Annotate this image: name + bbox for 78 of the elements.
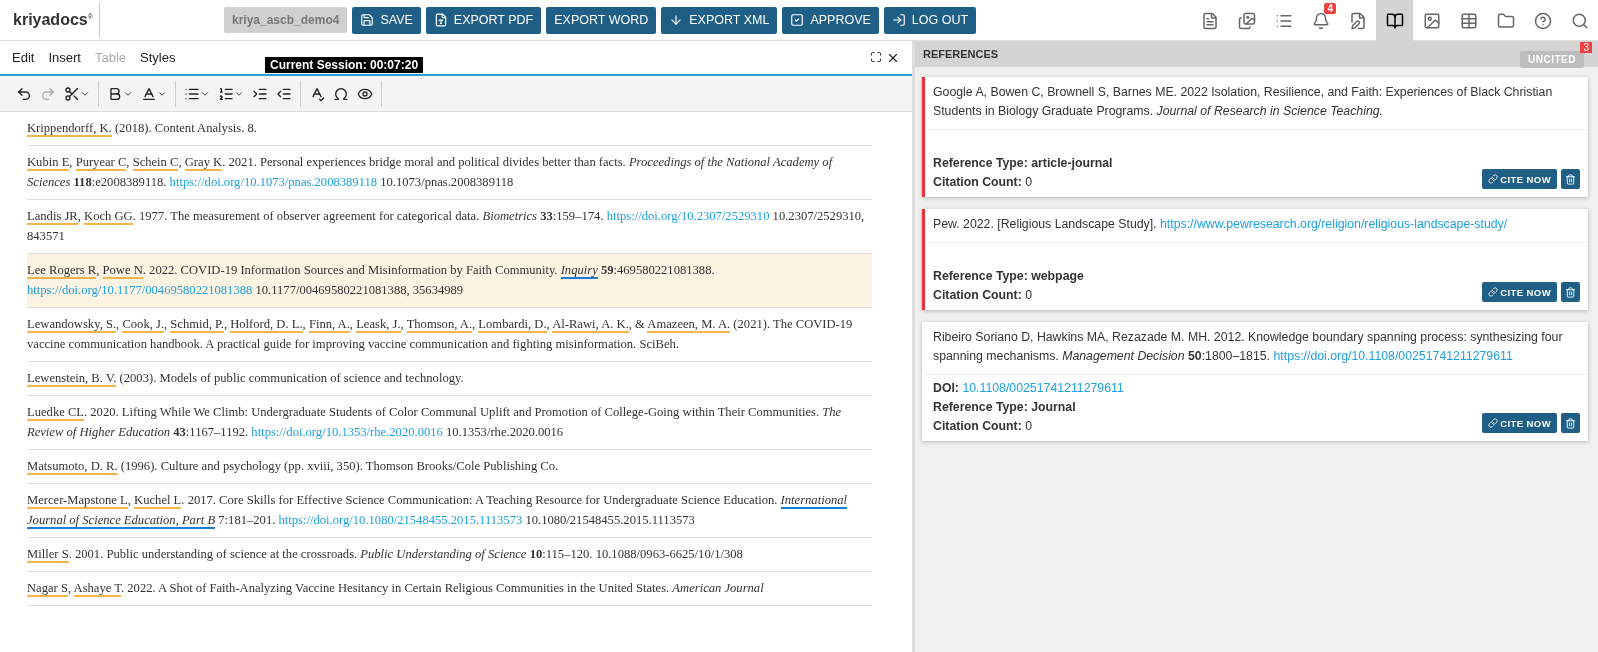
link-icon [1488, 287, 1499, 297]
logo: kriyadocs$^{®}$ [13, 11, 93, 29]
cite-now-button[interactable]: CITE NOW [1482, 169, 1557, 189]
trash-icon [1565, 286, 1576, 298]
reference-row[interactable]: Lewenstein, B. V. (2003). Models of public communication of science and technology. [27, 362, 872, 396]
cut-icon[interactable] [64, 85, 90, 102]
link-icon [1488, 174, 1499, 184]
reference-text: Krippendorff, K. (2018). Content Analysis. 8. [27, 120, 258, 138]
image-icon [1422, 11, 1441, 30]
save-icon [360, 13, 375, 27]
help-icon [1533, 11, 1552, 30]
menu-item[interactable]: Edit [12, 50, 35, 65]
toolbar-button[interactable]: SAVE [352, 6, 421, 34]
reference-row[interactable] [27, 254, 872, 308]
menu-item[interactable]: Styles [140, 50, 176, 65]
toolbar-button[interactable]: EXPORT WORD [546, 6, 657, 34]
session-timer: Current Session: 00:07:20 [265, 57, 424, 73]
count-badge: 3 [1580, 41, 1592, 53]
book-icon [1385, 11, 1404, 30]
tool-tab[interactable]: 4 [1302, 0, 1339, 41]
reference-field: Citation Count: 0 [933, 288, 1033, 302]
reference-text: Lee Rogers R, Powe N. 2022. COVID-19 Information Sources and Misinformation by Faith Community. Inquiry 59:469580221081388. https://doi.org/10.1177/00469580221081388 10.1177/00469580221081388, 35634989 [27, 262, 716, 299]
link-icon [1488, 418, 1499, 428]
reference-text: Miller S. 2001. Public understanding of science at the crossroads. Public Understanding of Science 10:115–120. 10.1088/0963-6625/10/1/308 [27, 546, 744, 564]
reference-text: Nagar S, Ashaye T. 2022. A Shot of Faith-Analyzing Vaccine Hesitancy in Certain Religious Communities in the United States. American Journal [27, 580, 765, 598]
reference-text: Mercer-Mapstone L, Kuchel L. 2017. Core Skills for Effective Science Communication: A Teaching Resource for Undergraduate Science Education. International Journal of Science Education, Part B 7:181–201. https://doi.org/10.1080/21548455.2015.1113573 10.1080/21548455.2015.1113573 [27, 492, 849, 530]
delete-button[interactable] [1561, 413, 1580, 433]
edit-document-icon [1348, 11, 1367, 30]
reference-field: Reference Type: article-journal [933, 156, 1113, 170]
cite-now-button[interactable]: CITE NOW [1482, 282, 1557, 302]
reference-text: Ribeiro Soriano D, Hawkins MA, Rezazade M. MH. 2012. Knowledge boundary spanning process: synthesizing four spanning mechanisms. Management Decision 50:1800–1815. https://doi.org/10.1108/00251741211279611 [925, 322, 1588, 375]
trash-icon [1565, 417, 1576, 429]
numbered-list-icon[interactable] [218, 85, 244, 102]
folder-icon [1496, 11, 1515, 30]
search-icon [1570, 11, 1589, 30]
reference-field: DOI: 10.1108/00251741211279611 [933, 381, 1124, 395]
undo-icon[interactable] [16, 85, 32, 102]
panel-title: REFERENCES [923, 48, 999, 60]
tool-tab[interactable] [1376, 0, 1413, 41]
reference-row[interactable]: Matsumoto, D. R. (1996). Culture and psychology (pp. xviii, 350). Thomson Brooks/Cole Publishing Co. [27, 450, 872, 484]
reference-text: Google A, Bowen C, Brownell S, Barnes ME. 2022 Isolation, Resilience, and Faith: Experiences of Black Christian Students in Biology Graduate Programs. Journal of Research in Science Teaching. [925, 77, 1588, 130]
toolbar-button[interactable]: EXPORT PDF [425, 6, 542, 34]
toolbar-button[interactable]: LOG OUT [883, 6, 977, 34]
pdf-icon [433, 13, 448, 27]
images-icon [1237, 11, 1256, 30]
reference-row[interactable]: Nagar S, Ashaye T. 2022. A Shot of Faith-Analyzing Vaccine Hesitancy in Certain Religious Communities in the United States. American Journal [27, 572, 872, 606]
delete-button[interactable] [1561, 282, 1580, 302]
menu-item[interactable]: Insert [48, 50, 81, 65]
user-name: kriya_ascb_demo4 [224, 7, 348, 33]
reference-field: Citation Count: 0 [933, 175, 1033, 189]
spellcheck-icon[interactable] [309, 85, 325, 102]
table-icon [1459, 11, 1478, 30]
document-icon [1200, 11, 1219, 30]
notification-badge: 4 [1324, 3, 1336, 14]
bold-icon[interactable] [107, 85, 133, 102]
reference-text: Landis JR, Koch GG. 1977. The measurement of observer agreement for categorical data. Biometrics 33:159–174. https://doi.org/10.2307/2529310 10.2307/2529310, 843571 [27, 208, 866, 245]
notification-icon [1311, 11, 1330, 30]
omega-icon[interactable] [333, 85, 349, 102]
cite-now-button[interactable]: CITE NOW [1482, 413, 1557, 433]
reference-text: Luedke CL. 2020. Lifting While We Climb: Undergraduate Students of Color Communal Uplift and Promotion of College-Going within Their Communities. The Review of Higher Education 43:1167–1192. https://doi.org/10.1353/rhe.2020.0016 10.1353/rhe.2020.0016 [27, 404, 843, 441]
font-color-icon[interactable] [141, 85, 167, 102]
reference-text: Pew. 2022. [Religious Landscape Study]. https://www.pewresearch.org/religion/religious-landscape-study/ [925, 209, 1588, 243]
logout-icon [891, 13, 906, 27]
reference-text: Matsumoto, D. R. (1996). Culture and psychology (pp. xviii, 350). Thomson Brooks/Cole Publishing Co. [27, 458, 560, 476]
toolbar-button[interactable]: EXPORT XML [661, 6, 778, 34]
trash-icon [1565, 173, 1576, 185]
reference-field: Citation Count: 0 [933, 419, 1033, 433]
approve-icon [790, 13, 805, 27]
reference-row[interactable]: Krippendorff, K. (2018). Content Analysis. 8. [27, 112, 872, 146]
delete-button[interactable] [1561, 169, 1580, 189]
reference-field: Reference Type: webpage [933, 269, 1084, 283]
reference-text: Kubin E, Puryear C, Schein C, Gray K. 2021. Personal experiences bridge moral and political divides better than facts. Proceedings of the National Academy of Sciences 118:e2008389118. https://doi.org/10.1073/pnas.2008389118 10.1073/pnas.2008389118 [27, 154, 835, 191]
reference-field: Reference Type: Journal [933, 400, 1076, 414]
fullscreen-icon[interactable] [870, 50, 882, 63]
reference-text: Lewenstein, B. V. (2003). Models of public communication of science and technology. [27, 370, 465, 388]
reference-row[interactable]: Miller S. 2001. Public understanding of science at the crossroads. Public Understanding of Science 10:115–120. 10.1088/0963-6625/10/1/308 [27, 538, 872, 572]
toolbar-button[interactable]: APPROVE [782, 6, 879, 34]
reference-text: Lewandowsky, S., Cook, J., Schmid, P., Holford, D. L., Finn, A., Leask, J., Thomson, A., Lombardi, D., Al-Rawi, A. K., & Amazeen, M. A. (2021). The COVID-19 vaccine communication handbook. A practical guide for improving vaccine communication and fighting misinformation. SciBeh. [27, 316, 854, 353]
